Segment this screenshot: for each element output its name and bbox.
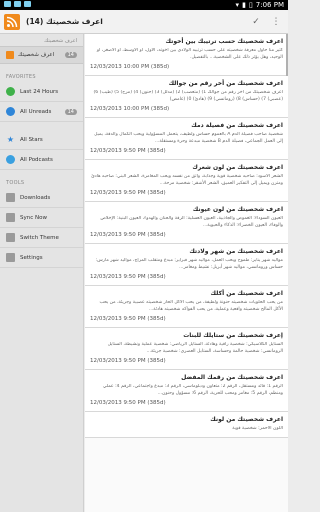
sidebar-item-label: Sync Now bbox=[20, 214, 47, 221]
article-title: اعرف شخصيتك من فصيلة دمك bbox=[191, 122, 283, 129]
article-title: اعرف شخصيتك من لونك bbox=[210, 416, 283, 423]
theme-icon bbox=[6, 233, 15, 242]
article-item[interactable]: اعرف شخصيتك حسب ترتيبك بين أخوتك كثير من… bbox=[85, 34, 288, 76]
article-title: اعرف شخصيتك من لون عيونك bbox=[192, 206, 283, 213]
article-snippet: مواليد شهر يناير: طموح ويحب العمل، موالي… bbox=[95, 258, 283, 270]
article-date: 12/03/2013 9:50 PM (385d) bbox=[90, 316, 166, 322]
article-snippet: شخصية صاحب فصيلة الدم A بالعموم حساس ولط… bbox=[94, 132, 283, 144]
article-item[interactable]: اعرف شخصيتك من فصيلة دمك شخصية صاحب فصيل… bbox=[85, 118, 288, 160]
mark-read-icon[interactable]: ✓ bbox=[250, 16, 262, 28]
article-date: 12/03/2013 10:00 PM (385d) bbox=[90, 106, 170, 112]
article-item[interactable]: اعرف شخصيتك من رقمك المفضل الرقم 1: قائد… bbox=[85, 370, 288, 412]
sidebar-item-sync-now[interactable]: Sync Now bbox=[0, 208, 83, 228]
status-time: 7:06 PM bbox=[255, 1, 284, 9]
sync-icon bbox=[6, 213, 15, 222]
sidebar-item-label: All Stars bbox=[20, 136, 43, 143]
article-date: 12/03/2013 10:00 PM (385d) bbox=[90, 64, 170, 70]
sidebar-item-label: All Podcasts bbox=[20, 156, 53, 163]
notification-icons bbox=[4, 1, 31, 7]
sidebar-item-label: Last 24 Hours bbox=[20, 88, 59, 95]
article-item[interactable]: اعرف شخصيتك من أكلك من يحب الحلويات شخصي… bbox=[85, 286, 288, 328]
eye-icon bbox=[6, 107, 15, 116]
article-snippet: كثير منا حاول معرفة شخصيته على حسب ترتيب… bbox=[96, 48, 283, 60]
article-date: 12/03/2013 9:50 PM (385d) bbox=[90, 232, 166, 238]
rss-icon bbox=[6, 51, 14, 59]
sidebar-item-all-podcasts[interactable]: All Podcasts bbox=[0, 150, 83, 170]
notification-icon bbox=[14, 1, 21, 7]
article-snippet: الرقم 1: قائد ومستقل، الرقم 2: متعاون ود… bbox=[102, 384, 283, 396]
wifi-icon: ▾ bbox=[235, 1, 240, 9]
article-title: اعرف شخصيتك من شهر ولادتك bbox=[189, 248, 283, 255]
notification-icon bbox=[24, 1, 31, 7]
article-date: 12/03/2013 9:50 PM (385d) bbox=[90, 274, 166, 280]
article-item[interactable]: اعرف شخصيتك من لون شعرك الشعر الأسود: صا… bbox=[85, 160, 288, 202]
notification-icon bbox=[4, 1, 11, 7]
sidebar-item-switch-theme[interactable]: Switch Theme bbox=[0, 228, 83, 248]
scrollbar[interactable] bbox=[286, 34, 288, 76]
sidebar-item-label: Switch Theme bbox=[20, 234, 59, 241]
feed-label: اعرف شخصيتك bbox=[18, 52, 55, 58]
article-item[interactable]: اعرف شخصيتك من أخر رقم من جوالك اعرف شخص… bbox=[85, 76, 288, 118]
sidebar-item-all-stars[interactable]: ★ All Stars bbox=[0, 130, 83, 150]
article-item[interactable]: اعرف شخصيتك من شهر ولادتك مواليد شهر ينا… bbox=[85, 244, 288, 286]
app-title: اعرف شخصيتك (14) bbox=[26, 17, 103, 26]
article-list[interactable]: اعرف شخصيتك حسب ترتيبك بين أخوتك كثير من… bbox=[85, 34, 288, 512]
sidebar-divider bbox=[0, 122, 83, 130]
podcast-icon bbox=[6, 155, 15, 164]
sidebar-item-feed[interactable]: اعرف شخصيتك 14 bbox=[0, 46, 83, 64]
article-title: اعرف شخصيتك من لون شعرك bbox=[192, 164, 283, 171]
article-item[interactable]: اعرف شخصيتك من لون عيونك العيون السوداء:… bbox=[85, 202, 288, 244]
article-item[interactable]: اعرف شخصيتك من لونك اللون الأحمر: شخصية … bbox=[85, 412, 288, 438]
sidebar-item-last-24-hours[interactable]: Last 24 Hours bbox=[0, 82, 83, 102]
status-bar: ▾ ▮ ▯ 7:06 PM bbox=[0, 0, 288, 10]
overflow-menu-icon[interactable]: ⋮ bbox=[270, 16, 282, 28]
article-date: 12/03/2013 9:50 PM (385d) bbox=[90, 148, 166, 154]
article-date: 12/03/2013 9:50 PM (385d) bbox=[90, 190, 166, 196]
sidebar-item-downloads[interactable]: Downloads bbox=[0, 188, 83, 208]
signal-icon: ▮ bbox=[242, 1, 246, 9]
unread-count-badge: 14 bbox=[64, 52, 77, 58]
action-bar: اعرف شخصيتك (14) ✓ ⋮ bbox=[0, 10, 288, 34]
rss-icon[interactable] bbox=[4, 13, 20, 30]
article-snippet: اللون الأحمر: شخصية قوية bbox=[232, 426, 283, 431]
article-snippet: العيون السوداء: الغموض والجاذبية، العيون… bbox=[100, 216, 283, 228]
article-item[interactable]: إعرف شخصيتك من ستايلك للبنات الستايل الك… bbox=[85, 328, 288, 370]
article-title: إعرف شخصيتك من ستايلك للبنات bbox=[183, 332, 283, 339]
sidebar-item-label: All Unreads bbox=[20, 108, 52, 115]
article-title: اعرف شخصيتك من أكلك bbox=[210, 290, 283, 297]
article-date: 12/03/2013 9:50 PM (385d) bbox=[90, 358, 166, 364]
stars-icon: ★ bbox=[6, 135, 15, 144]
clock-icon bbox=[6, 87, 15, 96]
sidebar-item-label: Downloads bbox=[20, 194, 51, 201]
sidebar-item-label: Settings bbox=[20, 254, 43, 261]
article-snippet: اعرف شخصيتك من أخر رقم من جوالك 1) (متعص… bbox=[93, 90, 283, 102]
article-snippet: الستايل الكلاسيكي: شخصية راقية وهادئة، ا… bbox=[107, 342, 283, 354]
article-title: اعرف شخصيتك حسب ترتيبك بين أخوتك bbox=[165, 38, 283, 45]
article-date: 12/03/2013 9:50 PM (385d) bbox=[90, 400, 166, 406]
sidebar-item-settings[interactable]: Settings bbox=[0, 248, 83, 268]
favorites-section-label: FAVORITES bbox=[6, 74, 36, 80]
sidebar-item-all-unreads[interactable]: All Unreads 14 bbox=[0, 102, 83, 122]
navigation-drawer: اعرف شخصيتك اعرف شخصيتك 14 FAVORITES Las… bbox=[0, 34, 84, 512]
battery-icon: ▯ bbox=[248, 1, 253, 9]
unread-count-badge: 14 bbox=[64, 108, 77, 115]
download-icon bbox=[6, 193, 15, 202]
article-snippet: من يحب الحلويات شخصيته حنونة ولطيفة، من … bbox=[99, 300, 283, 312]
feed-section-label: اعرف شخصيتك bbox=[44, 38, 77, 44]
article-snippet: الشعر الأسود: صاحبه شخصية قوية وجذابة، و… bbox=[91, 174, 283, 186]
settings-icon bbox=[6, 253, 15, 262]
article-title: اعرف شخصيتك من رقمك المفضل bbox=[181, 374, 283, 381]
article-title: اعرف شخصيتك من أخر رقم من جوالك bbox=[168, 80, 283, 87]
tools-section-label: TOOLS bbox=[6, 180, 25, 186]
